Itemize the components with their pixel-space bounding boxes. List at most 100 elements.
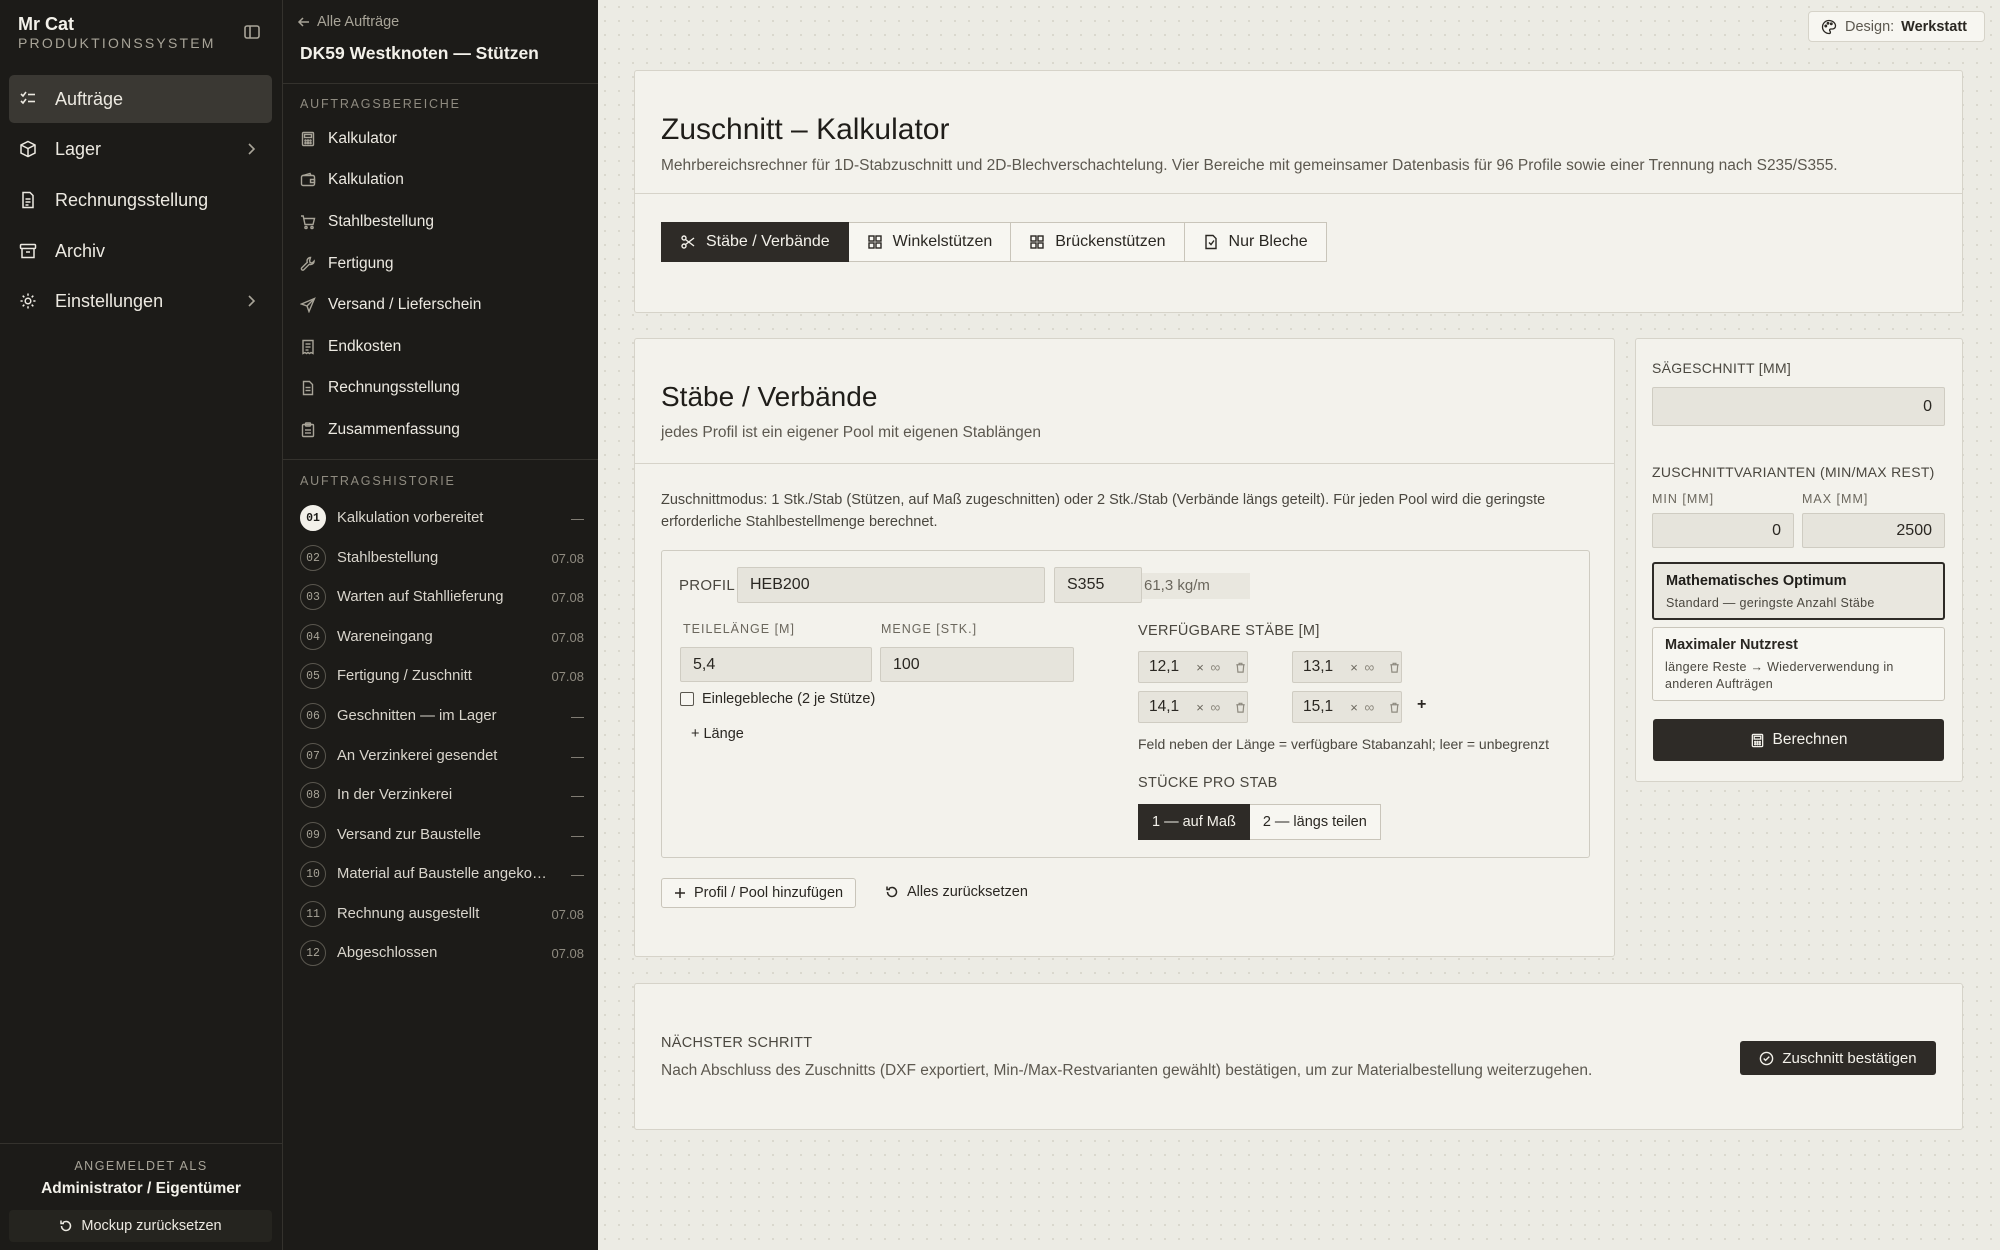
tab-label: Winkelstützen — [892, 233, 993, 250]
add-pool-button[interactable]: Profil / Pool hinzufügen — [661, 878, 857, 908]
part-length-input[interactable]: 5,4 — [680, 647, 872, 682]
bar-length-value[interactable]: 12,1 — [1149, 658, 1196, 676]
area-stahlbestellung[interactable]: Stahlbestellung — [300, 210, 434, 234]
trash-icon[interactable] — [1234, 701, 1247, 714]
area-zusammenfassung[interactable]: Zusammenfassung — [300, 418, 460, 442]
back-to-orders-link[interactable]: Alle Aufträge — [297, 14, 399, 30]
step-date: 07.08 — [551, 589, 584, 605]
history-item[interactable]: 11 Rechnung ausgestellt 07.08 — [300, 900, 584, 928]
reset-mockup-button[interactable]: Mockup zurücksetzen — [9, 1210, 272, 1242]
history-item[interactable]: 12 Abgeschlossen 07.08 — [300, 939, 584, 967]
option-two-per-bar[interactable]: 2 — längs teilen — [1249, 804, 1381, 840]
add-bar-button[interactable]: + — [1417, 696, 1426, 714]
variant-description: Standard — geringste Anzahl Stäbe — [1666, 596, 1875, 610]
bar-length-value[interactable]: 15,1 — [1303, 698, 1350, 716]
area-label: Endkosten — [328, 338, 402, 355]
area-kalkulator[interactable]: Kalkulator — [300, 127, 397, 151]
confirm-cut-button[interactable]: Zuschnitt bestätigen — [1740, 1041, 1936, 1075]
quantity-input[interactable]: 100 — [880, 647, 1074, 682]
inlay-plates-checkbox-row[interactable]: Einlegebleche (2 je Stütze) — [680, 691, 875, 707]
steel-grade-select[interactable]: S355 — [1054, 567, 1142, 603]
available-bars-label: VERFÜGBARE STÄBE [M] — [1138, 623, 1320, 639]
nav-item-archiv[interactable]: Archiv — [9, 227, 272, 275]
bar-length-field[interactable]: 12,1 × ∞ — [1138, 651, 1248, 683]
bar-length-field[interactable]: 14,1 × ∞ — [1138, 691, 1248, 723]
bar-count-input[interactable]: ∞ — [1210, 699, 1234, 715]
history-item[interactable]: 10 Material auf Baustelle angekommen — — [300, 860, 584, 888]
max-rest-input[interactable]: 2500 — [1802, 513, 1945, 548]
min-rest-input[interactable]: 0 — [1652, 513, 1794, 548]
reset-all-button[interactable]: Alles zurücksetzen — [885, 884, 1028, 900]
calculate-label: Berechnen — [1772, 731, 1848, 748]
add-length-button[interactable]: + Länge — [691, 726, 744, 742]
document-icon — [300, 380, 328, 396]
inlay-plates-checkbox[interactable] — [680, 692, 694, 706]
gear-icon — [19, 292, 37, 310]
history-item[interactable]: 04 Wareneingang 07.08 — [300, 623, 584, 651]
area-versand[interactable]: Versand / Lieferschein — [300, 293, 481, 317]
step-date: 07.08 — [551, 550, 584, 566]
logged-in-label: ANGEMELDET ALS — [74, 1159, 208, 1173]
invoice-icon — [19, 191, 37, 209]
nav-item-lager[interactable]: Lager — [9, 125, 272, 173]
order-sidebar: Alle Aufträge DK59 Westknoten — Stützen … — [282, 0, 599, 1250]
variant-math-optimum[interactable]: Mathematisches Optimum Standard — gering… — [1652, 562, 1945, 620]
area-endkosten[interactable]: Endkosten — [300, 335, 401, 359]
trash-icon[interactable] — [1234, 661, 1247, 674]
history-item[interactable]: 02 Stahlbestellung 07.08 — [300, 544, 584, 572]
area-label: Stahlbestellung — [328, 213, 434, 230]
bar-length-value[interactable]: 14,1 — [1149, 698, 1196, 716]
profile-input[interactable]: HEB200 — [737, 567, 1045, 603]
history-item[interactable]: 09 Versand zur Baustelle — — [300, 821, 584, 849]
check-circle-icon — [1759, 1051, 1774, 1066]
bar-count-input[interactable]: ∞ — [1364, 659, 1388, 675]
order-title: DK59 Westknoten — Stützen — [300, 43, 539, 63]
chevron-right-icon — [244, 142, 258, 156]
history-item[interactable]: 08 In der Verzinkerei — — [300, 781, 584, 809]
history-item[interactable]: 03 Warten auf Stahllieferung 07.08 — [300, 583, 584, 611]
sidebar-toggle-icon[interactable] — [242, 22, 262, 42]
step-date: — — [571, 708, 584, 724]
history-item[interactable]: 07 An Verzinkerei gesendet — — [300, 742, 584, 770]
area-rechnungsstellung[interactable]: Rechnungsstellung — [300, 376, 460, 400]
history-item[interactable]: 05 Fertigung / Zuschnitt 07.08 — [300, 662, 584, 690]
history-item[interactable]: 01 Kalkulation vorbereitet — — [300, 504, 584, 532]
page-title: Zuschnitt – Kalkulator — [661, 113, 950, 146]
history-item[interactable]: 06 Geschnitten — im Lager — — [300, 702, 584, 730]
bar-count-input[interactable]: ∞ — [1210, 659, 1234, 675]
saw-cut-input[interactable]: 0 — [1652, 387, 1945, 426]
next-step-label: NÄCHSTER SCHRITT — [661, 1035, 813, 1051]
option-one-per-bar[interactable]: 1 — auf Maß — [1138, 804, 1250, 840]
calculate-button[interactable]: Berechnen — [1653, 719, 1944, 761]
design-switcher-button[interactable]: Design: Werkstatt — [1808, 11, 1985, 42]
area-label: Rechnungsstellung — [328, 379, 460, 396]
area-fertigung[interactable]: Fertigung — [300, 252, 393, 276]
nav-item-einstellungen[interactable]: Einstellungen — [9, 277, 272, 325]
tab-brueckenstuetzen[interactable]: Brückenstützen — [1011, 222, 1185, 262]
area-label: Versand / Lieferschein — [328, 296, 482, 313]
trash-icon[interactable] — [1388, 661, 1401, 674]
bar-length-field[interactable]: 15,1 × ∞ — [1292, 691, 1402, 723]
variant-max-rest[interactable]: Maximaler Nutzrest längere Reste → Wiede… — [1652, 627, 1945, 701]
divider — [635, 463, 1614, 464]
tab-staebe-verbaende[interactable]: Stäbe / Verbände — [661, 222, 849, 262]
bar-length-value[interactable]: 13,1 — [1303, 658, 1350, 676]
nav-item-rechnungsstellung[interactable]: Rechnungsstellung — [9, 176, 272, 224]
grid-icon — [1029, 234, 1055, 250]
trash-icon[interactable] — [1388, 701, 1401, 714]
area-label: Kalkulator — [328, 130, 397, 147]
next-step-text: Nach Abschluss des Zuschnitts (DXF expor… — [661, 1062, 1593, 1079]
times-sign: × — [1350, 699, 1358, 715]
scissors-icon — [680, 234, 706, 250]
tab-nur-bleche[interactable]: Nur Bleche — [1184, 222, 1327, 262]
tab-winkelstuetzen[interactable]: Winkelstützen — [848, 222, 1012, 262]
bar-count-input[interactable]: ∞ — [1364, 699, 1388, 715]
quantity-label: MENGE [STK.] — [881, 622, 978, 636]
nav-item-auftraege[interactable]: Aufträge — [9, 75, 272, 123]
area-kalkulation[interactable]: Kalkulation — [300, 168, 404, 192]
add-pool-label: Profil / Pool hinzufügen — [694, 885, 844, 901]
reset-icon — [59, 1219, 81, 1233]
pieces-per-bar-label: STÜCKE PRO STAB — [1138, 775, 1278, 791]
bar-length-field[interactable]: 13,1 × ∞ — [1292, 651, 1402, 683]
step-number: 03 — [300, 584, 326, 610]
